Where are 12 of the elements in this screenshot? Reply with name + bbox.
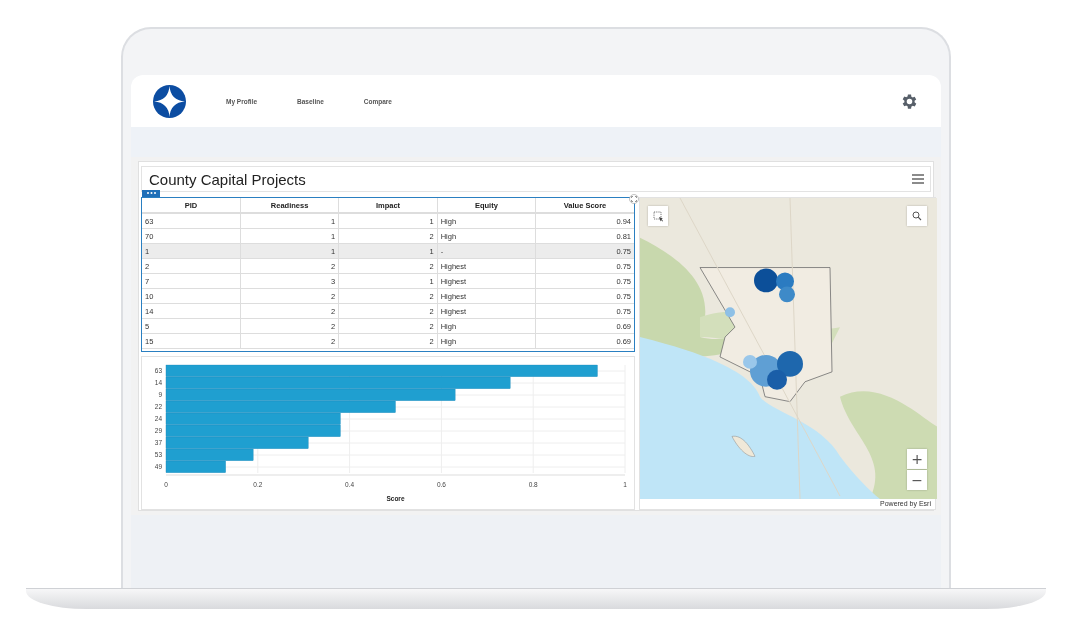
more-options-button[interactable] bbox=[142, 189, 160, 197]
select-tool-button[interactable] bbox=[648, 206, 668, 226]
search-button[interactable] bbox=[907, 206, 927, 226]
search-icon bbox=[912, 211, 922, 221]
select-icon bbox=[652, 210, 664, 222]
menu-icon[interactable] bbox=[912, 174, 924, 184]
zoom-out-button[interactable]: − bbox=[907, 470, 927, 490]
panel-title: County Capital Projects bbox=[149, 170, 306, 188]
expand-icon[interactable] bbox=[629, 194, 639, 204]
zoom-in-button[interactable]: + bbox=[907, 449, 927, 469]
logo-icon[interactable] bbox=[153, 84, 186, 118]
settings-icon[interactable] bbox=[900, 91, 919, 111]
